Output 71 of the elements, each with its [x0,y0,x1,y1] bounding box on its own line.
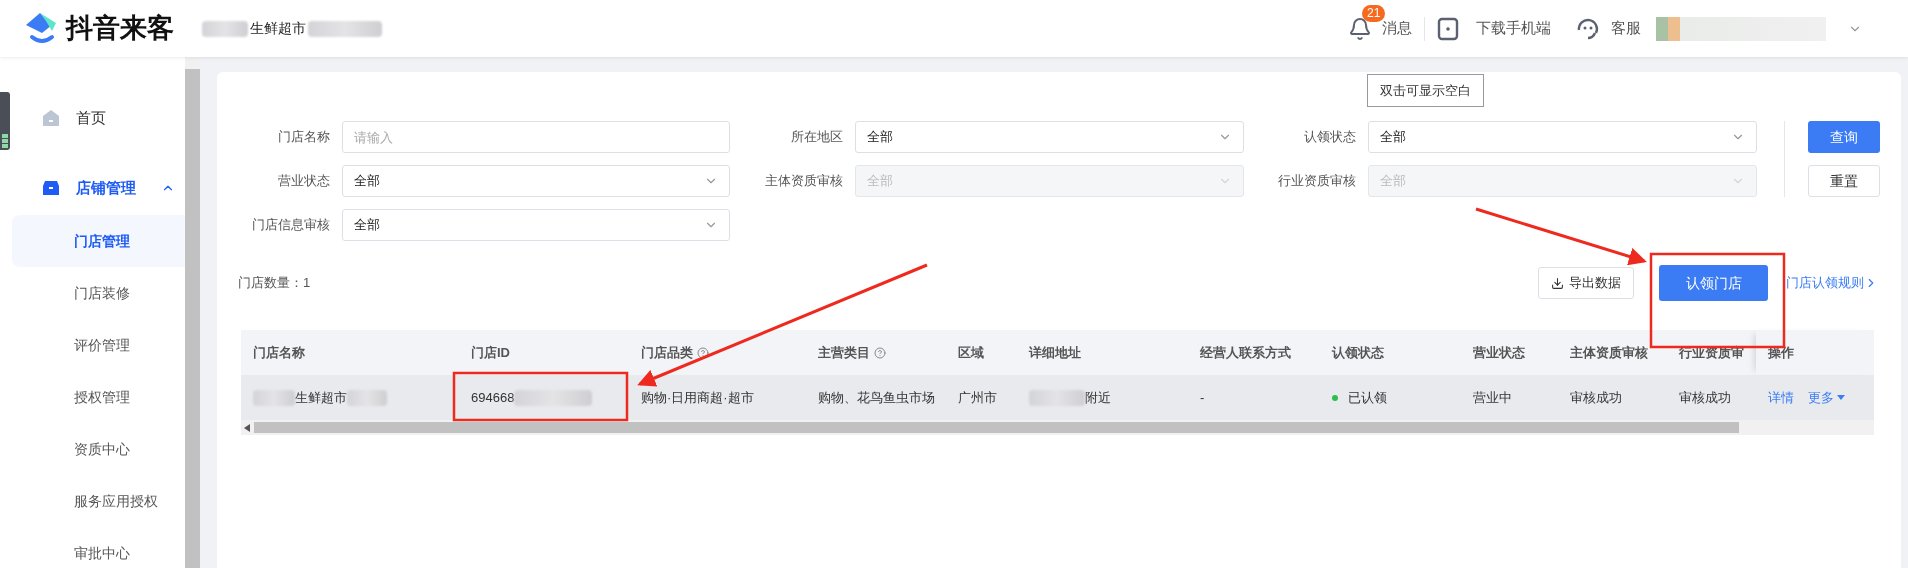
notification-badge: 21 [1362,4,1386,22]
redaction-mark [347,389,387,406]
customer-service-link[interactable]: 客服 [1611,17,1641,40]
column-header: 门店品类 [629,330,806,375]
query-button[interactable]: 查询 [1808,121,1880,153]
filter-label: 门店信息审核 [251,216,330,235]
redaction-mark [202,20,248,37]
filter-label: 主体资质审核 [764,172,843,191]
column-header: 详细地址 [1027,343,1082,362]
claim-store-button[interactable]: 认领门店 [1659,265,1768,301]
home-icon [42,109,60,127]
horizontal-scrollbar[interactable] [241,420,1874,435]
filter-label: 门店名称 [277,128,330,147]
redaction-mark [1029,389,1085,406]
help-icon[interactable] [874,346,886,359]
menu-item[interactable]: 首页 [14,97,185,139]
store-id-text: 694668 [471,388,515,407]
filter-label: 营业状态 [277,172,330,191]
submenu-item[interactable]: 门店管理 [12,215,185,267]
redaction-mark [253,389,295,406]
meter-widget-icon [0,92,10,150]
store-count: 门店数量：1 [238,274,311,293]
help-icon[interactable] [697,346,709,359]
column-header: 营业状态 [1472,343,1526,362]
table-cell-text: 审核成功 [1678,388,1732,407]
submenu-item[interactable]: 门店装修 [12,267,185,319]
select-field[interactable]: 全部 [855,121,1244,153]
column-header: 主营类目 [806,330,946,375]
export-button[interactable]: 导出数据 [1538,267,1634,299]
submenu-item[interactable]: 资质中心 [12,423,185,475]
filter-label: 认领状态 [1303,128,1356,147]
store-name: 生鲜超市 [250,19,306,38]
table-cell-text: 营业中 [1472,388,1513,407]
submenu-item[interactable]: 授权管理 [12,371,185,423]
submenu-item[interactable]: 评价管理 [12,319,185,371]
table-cell-text: 审核成功 [1569,388,1623,407]
download-icon [1551,276,1564,290]
claim-rules-link[interactable]: 门店认领规则 [1786,273,1878,293]
logo-text: 抖音来客 [66,12,174,46]
select-field[interactable]: 全部 [342,165,730,197]
table-cell-text: 购物、花鸟鱼虫市场 [817,388,936,407]
account-avatar[interactable] [1656,16,1826,41]
menu-item[interactable]: 店铺管理 [14,167,185,209]
scroll-left-icon[interactable] [244,423,250,432]
reset-button[interactable]: 重置 [1808,165,1880,197]
store-name-text: 生鲜超市 [295,388,347,407]
column-header: 门店ID [470,343,511,362]
status-text: 已认领 [1348,388,1387,407]
filter-label: 所在地区 [790,128,843,147]
select-field[interactable]: 全部 [1368,121,1757,153]
column-header: 门店名称 [252,343,306,362]
table-cell-text: 广州市 [957,388,998,407]
select-field[interactable]: 全部 [342,209,730,241]
download-app-link[interactable]: 下载手机端 [1476,17,1551,40]
bell-icon[interactable] [1348,16,1372,41]
tablet-icon[interactable] [1437,16,1459,41]
tooltip: 双击可显示空白 [1367,73,1484,107]
table-cell-text: - [1199,388,1206,407]
column-header: 区域 [957,343,985,362]
submenu-item[interactable]: 服务应用授权 [12,475,185,527]
column-header: 经营人联系方式 [1199,343,1292,362]
store-name-input[interactable]: 请输入 [342,121,730,153]
column-header: 认领状态 [1331,343,1385,362]
filter-label: 行业资质审核 [1277,172,1356,191]
column-header: 主体资质审核 [1569,343,1649,362]
submenu-item[interactable]: 审批中心 [12,527,185,568]
table-cell-text: 购物·日用商超·超市 [640,388,755,407]
shop-icon [42,179,60,197]
address-text: 附近 [1085,388,1111,407]
caret-down-icon[interactable] [1837,394,1845,401]
scrollbar[interactable] [185,57,200,568]
